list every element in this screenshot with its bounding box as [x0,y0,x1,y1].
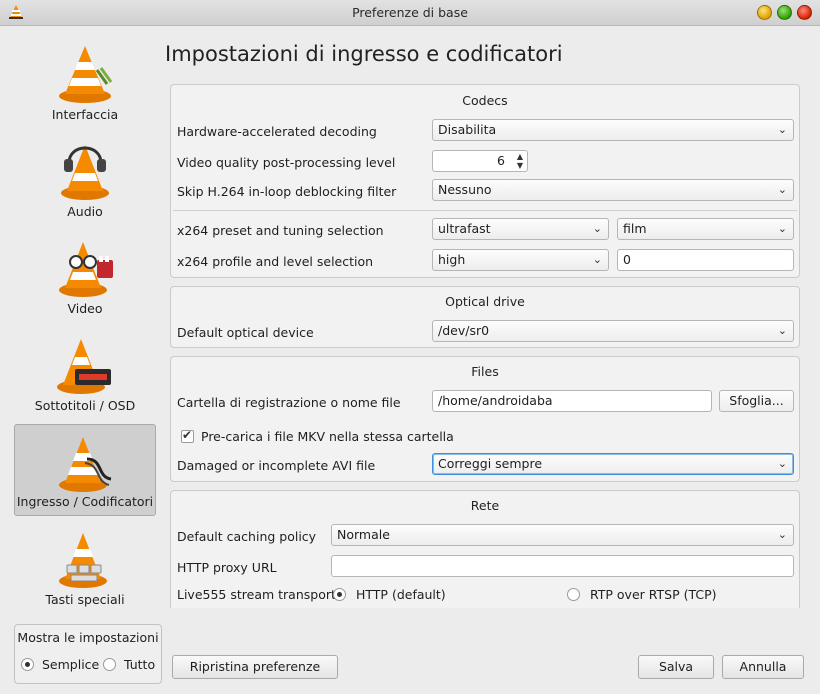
files-section-title: Files [471,364,499,379]
chevron-down-icon: ⌄ [777,324,787,337]
chevron-down-icon: ⌄ [777,528,787,541]
codecs-separator [173,210,797,211]
all-radio-option[interactable]: Tutto [103,657,155,672]
sidebar-item-label: Audio [67,204,103,219]
http-radio-option[interactable]: HTTP (default) [333,587,446,602]
rtsp-radio[interactable] [567,588,580,601]
spin-arrows-icon[interactable]: ▲ ▼ [517,152,523,170]
chevron-down-icon: ⌄ [592,253,602,266]
optical-device-label: Default optical device [177,325,314,340]
chevron-down-icon: ⌄ [592,222,602,235]
hw-decoding-select[interactable]: Disabilita ⌄ [432,119,794,141]
x264-tuning-select[interactable]: film ⌄ [617,218,794,240]
caching-label: Default caching policy [177,529,317,544]
chevron-down-icon: ⌄ [777,183,787,196]
preload-mkv-label[interactable]: Pre-carica i file MKV nella stessa carte… [201,429,454,444]
x264-profile-value: high [438,252,466,267]
cable-cone-icon [59,437,112,492]
x264-preset-value: ultrafast [438,221,491,236]
avi-value: Correggi sempre [438,456,543,471]
x264-level-input[interactable]: 0 [617,249,794,271]
sidebar-item-label: Ingresso / Codificatori [16,494,154,509]
hw-decoding-value: Disabilita [438,122,497,137]
record-dir-label: Cartella di registrazione o nome file [177,395,401,410]
http-radio-label: HTTP (default) [355,587,446,602]
show-settings-title: Mostra le impostazioni [17,630,159,645]
pp-level-spinbox[interactable]: 6 ▲ ▼ [432,150,528,172]
caching-value: Normale [337,527,390,542]
record-dir-value: /home/androidaba [438,393,553,408]
close-button[interactable] [797,5,812,20]
codecs-section: Codecs Hardware-accelerated decoding Dis… [170,84,800,278]
sidebar-item-hotkeys[interactable]: Tasti speciali [14,521,156,613]
sidebar-item-label: Interfaccia [51,107,119,122]
x264-level-value: 0 [623,252,631,267]
simple-radio-option[interactable]: Semplice [21,657,99,672]
page-title: Impostazioni di ingresso e codificatori [165,42,563,66]
record-dir-input[interactable]: /home/androidaba [432,390,712,412]
browse-button[interactable]: Sfoglia... [719,390,794,412]
x264-preset-label: x264 preset and tuning selection [177,223,384,238]
reset-preferences-button[interactable]: Ripristina preferenze [172,655,338,679]
avi-select[interactable]: Correggi sempre ⌄ [432,453,794,475]
chevron-down-icon: ⌄ [777,222,787,235]
caching-select[interactable]: Normale ⌄ [331,524,794,546]
all-radio[interactable] [103,658,116,671]
sidebar-item-video[interactable]: Video [14,230,156,322]
sidebar-item-subtitles[interactable]: Sottotitoli / OSD [14,327,156,419]
optical-device-value: /dev/sr0 [438,323,490,338]
optical-section-title: Optical drive [445,294,525,309]
chevron-down-icon: ⌄ [777,123,787,136]
optical-section: Optical drive Default optical device /de… [170,286,800,348]
skip-h264-value: Nessuno [438,182,492,197]
vlc-cone-icon [59,46,113,103]
x264-tuning-value: film [623,221,647,236]
pp-level-label: Video quality post-processing level [177,155,396,170]
all-radio-label: Tutto [123,657,156,672]
skip-h264-select[interactable]: Nessuno ⌄ [432,179,794,201]
optical-device-select[interactable]: /dev/sr0 ⌄ [432,320,794,342]
proxy-input[interactable] [331,555,794,577]
http-radio[interactable] [333,588,346,601]
network-section: Rete Default caching policy Normale ⌄ HT… [170,490,800,608]
rtsp-radio-label: RTP over RTSP (TCP) [589,587,717,602]
simple-radio[interactable] [21,658,34,671]
title-bar: Preferenze di base [0,0,820,26]
sidebar-item-input-codecs[interactable]: Ingresso / Codificatori [14,424,156,516]
proxy-label: HTTP proxy URL [177,560,277,575]
preload-mkv-checkbox[interactable] [181,428,194,443]
sidebar-item-label: Tasti speciali [45,592,125,607]
x264-profile-select[interactable]: high ⌄ [432,249,609,271]
window-title: Preferenze di base [352,5,468,20]
glasses-cone-icon [59,242,113,297]
subtitles-cone-icon [57,339,111,394]
sidebar-item-label: Video [67,301,103,316]
save-button[interactable]: Salva [638,655,714,679]
hotkeys-cone-icon [59,533,107,588]
simple-radio-label: Semplice [41,657,100,672]
cancel-button[interactable]: Annulla [722,655,804,679]
network-section-title: Rete [470,498,500,513]
x264-preset-select[interactable]: ultrafast ⌄ [432,218,609,240]
skip-h264-label: Skip H.264 in-loop deblocking filter [177,184,397,199]
avi-label: Damaged or incomplete AVI file [177,458,376,473]
headphones-cone-icon [61,145,109,200]
sidebar-item-audio[interactable]: Audio [14,133,156,225]
sidebar: Interfaccia Audio Video Sottotitoli / OS… [0,26,170,616]
live555-label: Live555 stream transport [177,587,336,602]
chevron-down-icon: ⌄ [777,457,787,470]
sidebar-item-interface[interactable]: Interfaccia [14,36,156,128]
x264-profile-label: x264 profile and level selection [177,254,374,269]
pp-level-value: 6 [497,153,505,168]
sidebar-item-label: Sottotitoli / OSD [34,398,136,413]
rtsp-radio-option[interactable]: RTP over RTSP (TCP) [567,587,717,602]
codecs-section-title: Codecs [462,93,508,108]
show-settings-group: Mostra le impostazioni Semplice Tutto [14,624,162,684]
files-section: Files Cartella di registrazione o nome f… [170,356,800,482]
hw-decoding-label: Hardware-accelerated decoding [177,124,377,139]
maximize-button[interactable] [777,5,792,20]
minimize-button[interactable] [757,5,772,20]
